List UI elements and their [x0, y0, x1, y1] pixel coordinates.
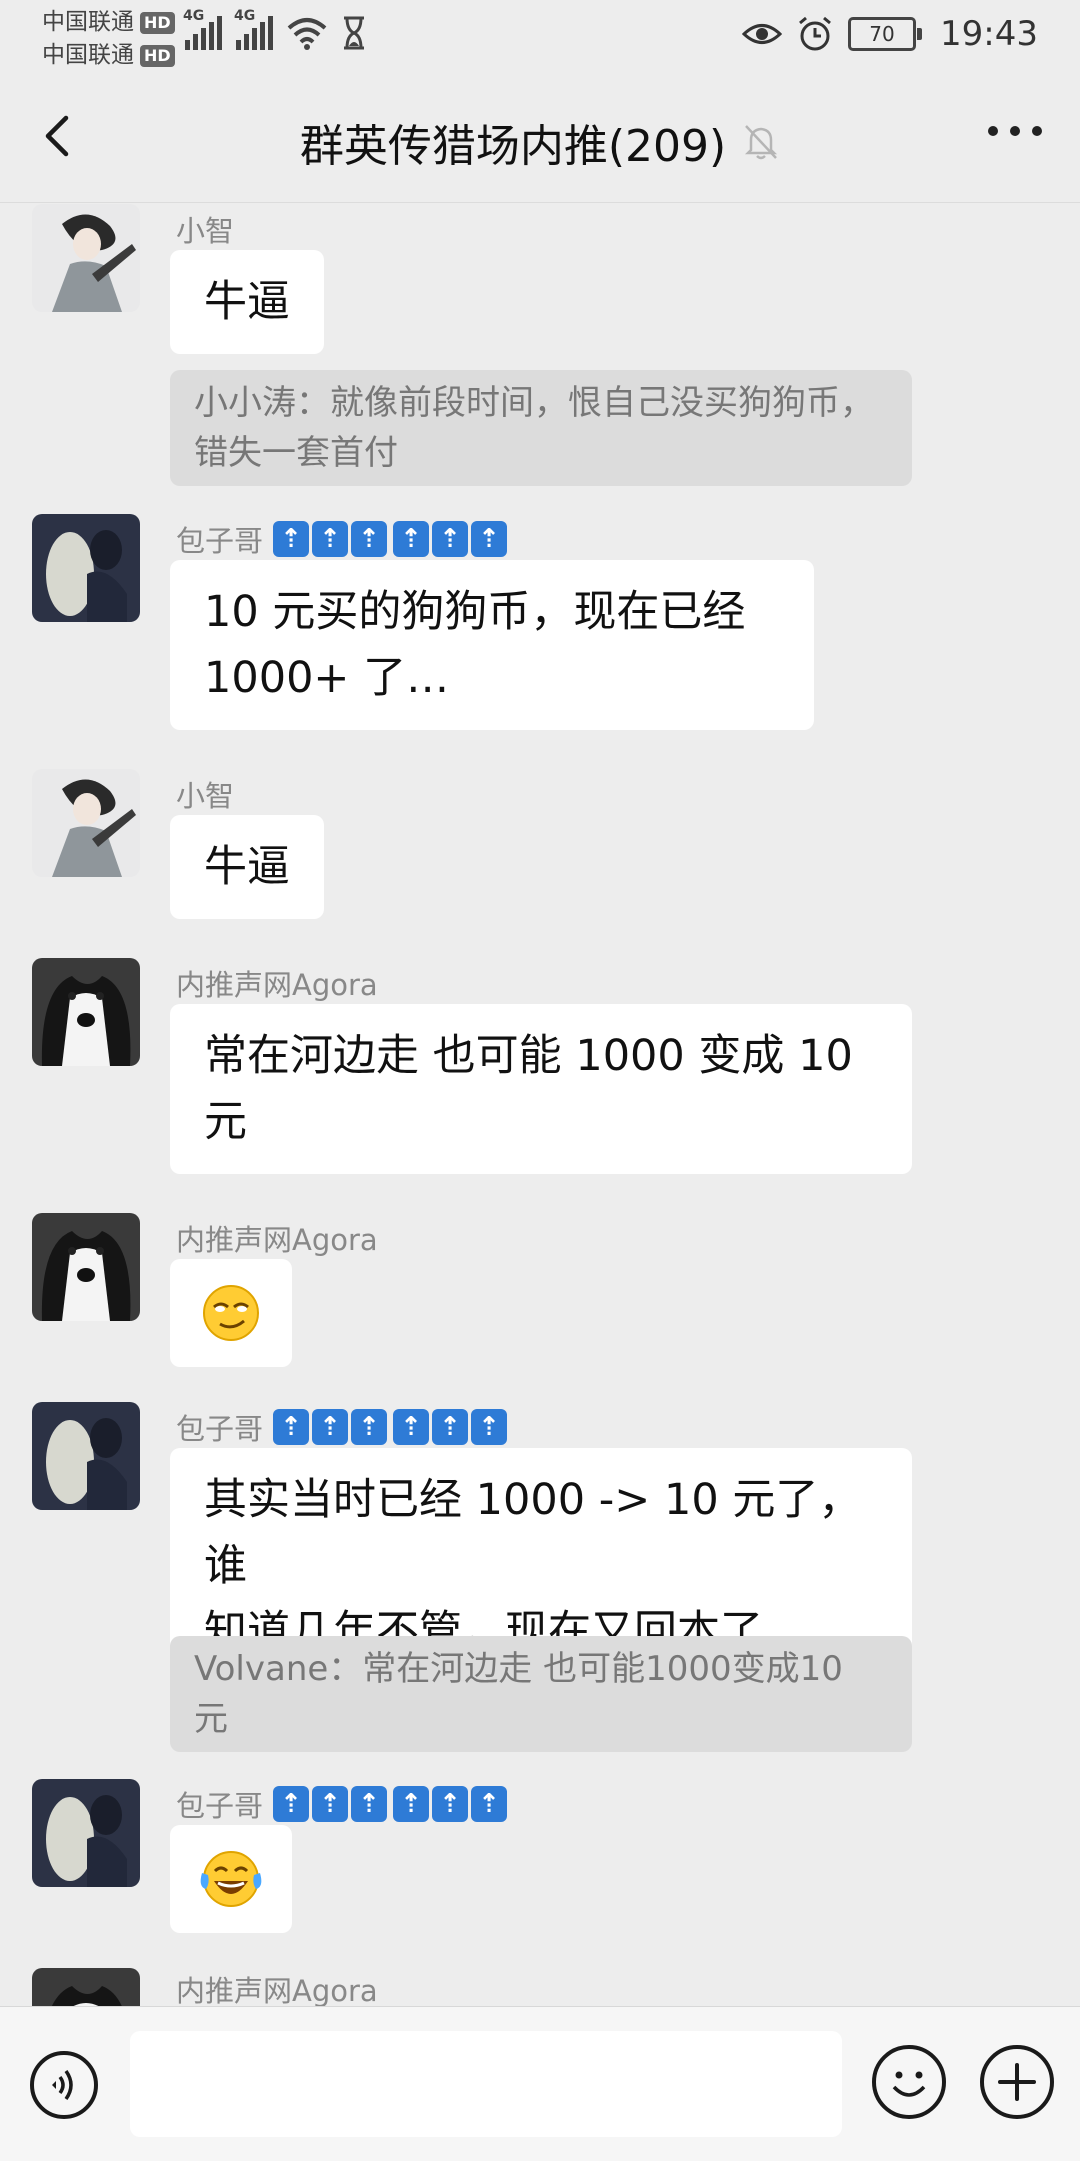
arrow-badges: ⇡ ⇡ ⇡ ⇡ ⇡ ⇡ [273, 1786, 508, 1822]
hd-badge: HD [140, 44, 175, 67]
up-arrow-icon: ⇡ [312, 521, 349, 557]
arrow-badges: ⇡ ⇡ ⇡ ⇡ ⇡ ⇡ [273, 521, 508, 557]
sender-name: 内推声网Agora [176, 1974, 378, 2006]
message-bubble[interactable] [170, 1825, 292, 1933]
avatar[interactable] [32, 204, 140, 312]
signal-icon: 4G [234, 8, 273, 50]
smirk-face-emoji [203, 1285, 259, 1341]
quoted-reply[interactable]: Volvane：常在河边走 也可能1000变成10 元 [170, 1636, 912, 1752]
up-arrow-icon: ⇡ [312, 1786, 349, 1822]
chat-header: 群英传猎场内推(209) [0, 76, 1080, 203]
status-bar: 中国联通 HD 中国联通 HD 4G 4G 70 19:43 [0, 0, 1080, 76]
message-bubble[interactable]: 牛逼 [170, 815, 324, 919]
up-arrow-icon: ⇡ [471, 1786, 508, 1822]
avatar[interactable] [32, 514, 140, 622]
message-line: 1000+ 了… [204, 653, 450, 703]
message-bubble[interactable]: 常在河边走 也可能 1000 变成 10 元 [170, 1004, 912, 1174]
up-arrow-icon: ⇡ [351, 1786, 388, 1822]
avatar[interactable] [32, 958, 140, 1066]
sender-name-text: 包子哥 [176, 1789, 264, 1823]
up-arrow-icon: ⇡ [393, 521, 430, 557]
chat-title-area: 群英传猎场内推(209) [0, 110, 1080, 174]
emoji-icon [892, 2071, 926, 2097]
quoted-reply[interactable]: 小小涛：就像前段时间，恨自己没买狗狗币，错失一套首付 [170, 370, 912, 486]
sender-name: 内推声网Agora [176, 1223, 378, 1257]
chat-title: 群英传猎场内推(209) [299, 121, 727, 172]
clock: 19:43 [940, 14, 1038, 54]
sender-name: 包子哥 ⇡ ⇡ ⇡ ⇡ ⇡ ⇡ [176, 1406, 508, 1448]
up-arrow-icon: ⇡ [273, 1409, 310, 1445]
input-bar [0, 2006, 1080, 2161]
up-arrow-icon: ⇡ [471, 521, 508, 557]
quote-line: 元 [194, 1699, 228, 1739]
avatar[interactable] [32, 769, 140, 877]
message-input[interactable] [130, 2031, 842, 2137]
message-line: 10 元买的狗狗币，现在已经 [204, 587, 746, 637]
sender-name: 包子哥 ⇡ ⇡ ⇡ ⇡ ⇡ ⇡ [176, 1783, 508, 1825]
up-arrow-icon: ⇡ [273, 1786, 310, 1822]
message-line: 元 [204, 1097, 247, 1147]
sender-name: 小智 [176, 214, 235, 248]
up-arrow-icon: ⇡ [273, 521, 310, 557]
status-right: 70 19:43 [742, 14, 1038, 54]
signal-indicators: 4G 4G [183, 8, 367, 50]
message-item: 内推声网Agora [0, 1966, 1080, 2006]
up-arrow-icon: ⇡ [432, 1786, 469, 1822]
carrier-name: 中国联通 [42, 42, 134, 68]
up-arrow-icon: ⇡ [393, 1786, 430, 1822]
message-bubble[interactable] [170, 1259, 292, 1367]
up-arrow-icon: ⇡ [471, 1409, 508, 1445]
sender-name: 包子哥 ⇡ ⇡ ⇡ ⇡ ⇡ ⇡ [176, 518, 508, 560]
up-arrow-icon: ⇡ [312, 1409, 349, 1445]
carrier-info: 中国联通 HD 中国联通 HD [42, 6, 175, 72]
message-line: 常在河边走 也可能 1000 变成 10 [204, 1031, 853, 1081]
arrow-badges: ⇡ ⇡ ⇡ ⇡ ⇡ ⇡ [273, 1409, 508, 1445]
more-dots-icon[interactable] [988, 126, 1042, 136]
up-arrow-icon: ⇡ [432, 1409, 469, 1445]
sender-name-text: 包子哥 [176, 524, 264, 558]
avatar[interactable] [32, 1779, 140, 1887]
avatar[interactable] [32, 1402, 140, 1510]
sender-name-text: 包子哥 [176, 1412, 264, 1446]
sender-name: 小智 [176, 779, 235, 813]
wifi-icon [287, 18, 327, 50]
message-bubble[interactable]: 牛逼 [170, 250, 324, 354]
message-line: 其实当时已经 1000 -> 10 元了，谁 [204, 1475, 862, 1591]
carrier-name: 中国联通 [42, 9, 134, 35]
avatar[interactable] [32, 1213, 140, 1321]
voice-icon [52, 2069, 73, 2101]
sender-name: 内推声网Agora [176, 968, 378, 1002]
avatar[interactable] [32, 1968, 140, 2006]
quote-line: Volvane：常在河边走 也可能1000变成10 [194, 1649, 843, 1689]
alarm-icon [799, 16, 831, 51]
bell-off-icon [745, 125, 778, 160]
up-arrow-icon: ⇡ [393, 1409, 430, 1445]
signal-icon: 4G [183, 8, 222, 50]
eye-icon [742, 24, 783, 44]
hd-badge: HD [140, 11, 175, 34]
voice-button[interactable] [30, 2051, 98, 2119]
hourglass-icon [344, 16, 364, 50]
message-bubble[interactable]: 10 元买的狗狗币，现在已经 1000+ 了… [170, 560, 814, 730]
battery-icon: 70 [848, 17, 923, 51]
up-arrow-icon: ⇡ [351, 1409, 388, 1445]
emoji-button[interactable] [872, 2045, 946, 2119]
plus-icon [998, 2063, 1036, 2101]
up-arrow-icon: ⇡ [432, 521, 469, 557]
tears-of-joy-emoji [200, 1851, 262, 1907]
plus-button[interactable] [980, 2045, 1054, 2119]
up-arrow-icon: ⇡ [351, 521, 388, 557]
